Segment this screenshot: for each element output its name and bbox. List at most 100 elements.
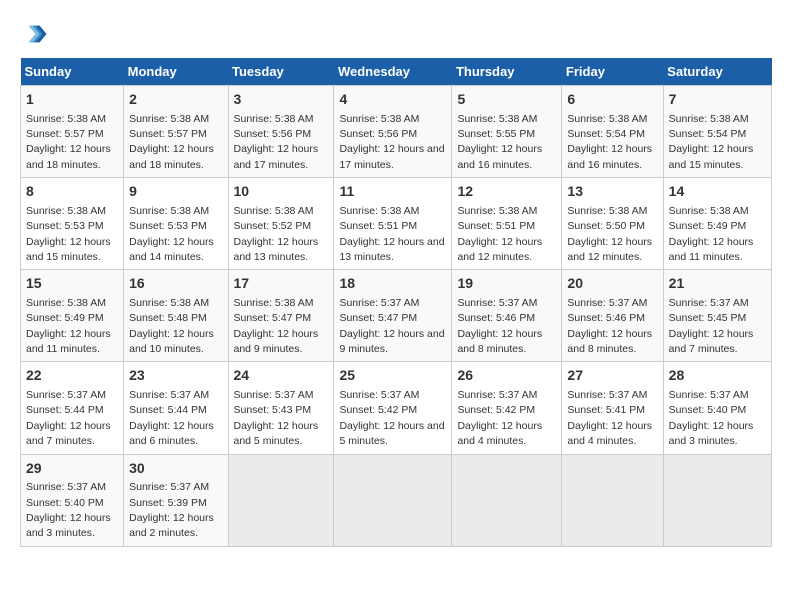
col-thursday: Thursday — [452, 58, 562, 86]
day-number: 18 — [339, 274, 446, 294]
day-cell-24: 24 Sunrise: 5:37 AM Sunset: 5:43 PM Dayl… — [228, 362, 334, 454]
day-number: 21 — [669, 274, 766, 294]
col-tuesday: Tuesday — [228, 58, 334, 86]
day-number: 19 — [457, 274, 556, 294]
calendar-week-2: 8 Sunrise: 5:38 AM Sunset: 5:53 PM Dayli… — [21, 178, 772, 270]
day-number: 8 — [26, 182, 118, 202]
day-number: 24 — [234, 366, 329, 386]
day-number: 27 — [567, 366, 657, 386]
sunrise-text: Sunrise: 5:37 AM — [234, 389, 314, 401]
sunset-text: Sunset: 5:54 PM — [669, 128, 747, 140]
sunset-text: Sunset: 5:49 PM — [26, 312, 104, 324]
daylight-text: Daylight: 12 hours and 13 minutes. — [339, 236, 444, 263]
daylight-text: Daylight: 12 hours and 8 minutes. — [567, 328, 652, 355]
sunset-text: Sunset: 5:56 PM — [234, 128, 312, 140]
day-cell-5: 5 Sunrise: 5:38 AM Sunset: 5:55 PM Dayli… — [452, 86, 562, 178]
calendar-week-5: 29 Sunrise: 5:37 AM Sunset: 5:40 PM Dayl… — [21, 454, 772, 546]
sunset-text: Sunset: 5:46 PM — [457, 312, 535, 324]
daylight-text: Daylight: 12 hours and 6 minutes. — [129, 420, 214, 447]
day-cell-16: 16 Sunrise: 5:38 AM Sunset: 5:48 PM Dayl… — [124, 270, 228, 362]
col-sunday: Sunday — [21, 58, 124, 86]
daylight-text: Daylight: 12 hours and 2 minutes. — [129, 512, 214, 539]
sunrise-text: Sunrise: 5:37 AM — [26, 481, 106, 493]
empty-day-cell — [663, 454, 771, 546]
col-monday: Monday — [124, 58, 228, 86]
sunset-text: Sunset: 5:51 PM — [457, 220, 535, 232]
col-saturday: Saturday — [663, 58, 771, 86]
day-number: 23 — [129, 366, 222, 386]
day-cell-3: 3 Sunrise: 5:38 AM Sunset: 5:56 PM Dayli… — [228, 86, 334, 178]
calendar-body: 1 Sunrise: 5:38 AM Sunset: 5:57 PM Dayli… — [21, 86, 772, 547]
daylight-text: Daylight: 12 hours and 15 minutes. — [26, 236, 111, 263]
day-number: 26 — [457, 366, 556, 386]
logo-icon — [20, 20, 48, 48]
calendar-week-3: 15 Sunrise: 5:38 AM Sunset: 5:49 PM Dayl… — [21, 270, 772, 362]
daylight-text: Daylight: 12 hours and 9 minutes. — [339, 328, 444, 355]
day-number: 11 — [339, 182, 446, 202]
daylight-text: Daylight: 12 hours and 17 minutes. — [234, 143, 319, 170]
day-number: 29 — [26, 459, 118, 479]
daylight-text: Daylight: 12 hours and 17 minutes. — [339, 143, 444, 170]
daylight-text: Daylight: 12 hours and 3 minutes. — [26, 512, 111, 539]
day-cell-30: 30 Sunrise: 5:37 AM Sunset: 5:39 PM Dayl… — [124, 454, 228, 546]
page-header — [20, 20, 772, 48]
sunset-text: Sunset: 5:39 PM — [129, 497, 207, 509]
sunrise-text: Sunrise: 5:38 AM — [129, 205, 209, 217]
daylight-text: Daylight: 12 hours and 4 minutes. — [457, 420, 542, 447]
header-row: Sunday Monday Tuesday Wednesday Thursday… — [21, 58, 772, 86]
day-number: 10 — [234, 182, 329, 202]
day-cell-22: 22 Sunrise: 5:37 AM Sunset: 5:44 PM Dayl… — [21, 362, 124, 454]
daylight-text: Daylight: 12 hours and 15 minutes. — [669, 143, 754, 170]
sunset-text: Sunset: 5:45 PM — [669, 312, 747, 324]
day-number: 9 — [129, 182, 222, 202]
sunset-text: Sunset: 5:43 PM — [234, 404, 312, 416]
day-number: 25 — [339, 366, 446, 386]
daylight-text: Daylight: 12 hours and 8 minutes. — [457, 328, 542, 355]
daylight-text: Daylight: 12 hours and 11 minutes. — [26, 328, 111, 355]
day-number: 14 — [669, 182, 766, 202]
daylight-text: Daylight: 12 hours and 13 minutes. — [234, 236, 319, 263]
day-cell-4: 4 Sunrise: 5:38 AM Sunset: 5:56 PM Dayli… — [334, 86, 452, 178]
sunrise-text: Sunrise: 5:37 AM — [129, 389, 209, 401]
sunset-text: Sunset: 5:57 PM — [26, 128, 104, 140]
calendar-week-1: 1 Sunrise: 5:38 AM Sunset: 5:57 PM Dayli… — [21, 86, 772, 178]
sunset-text: Sunset: 5:57 PM — [129, 128, 207, 140]
day-number: 17 — [234, 274, 329, 294]
day-cell-26: 26 Sunrise: 5:37 AM Sunset: 5:42 PM Dayl… — [452, 362, 562, 454]
sunrise-text: Sunrise: 5:37 AM — [26, 389, 106, 401]
sunrise-text: Sunrise: 5:38 AM — [234, 297, 314, 309]
col-friday: Friday — [562, 58, 663, 86]
day-cell-12: 12 Sunrise: 5:38 AM Sunset: 5:51 PM Dayl… — [452, 178, 562, 270]
sunrise-text: Sunrise: 5:38 AM — [457, 113, 537, 125]
day-cell-10: 10 Sunrise: 5:38 AM Sunset: 5:52 PM Dayl… — [228, 178, 334, 270]
col-wednesday: Wednesday — [334, 58, 452, 86]
sunrise-text: Sunrise: 5:38 AM — [26, 205, 106, 217]
day-cell-15: 15 Sunrise: 5:38 AM Sunset: 5:49 PM Dayl… — [21, 270, 124, 362]
day-cell-8: 8 Sunrise: 5:38 AM Sunset: 5:53 PM Dayli… — [21, 178, 124, 270]
day-cell-14: 14 Sunrise: 5:38 AM Sunset: 5:49 PM Dayl… — [663, 178, 771, 270]
sunset-text: Sunset: 5:44 PM — [26, 404, 104, 416]
day-cell-6: 6 Sunrise: 5:38 AM Sunset: 5:54 PM Dayli… — [562, 86, 663, 178]
sunset-text: Sunset: 5:55 PM — [457, 128, 535, 140]
sunset-text: Sunset: 5:56 PM — [339, 128, 417, 140]
sunset-text: Sunset: 5:52 PM — [234, 220, 312, 232]
sunrise-text: Sunrise: 5:37 AM — [457, 389, 537, 401]
daylight-text: Daylight: 12 hours and 12 minutes. — [457, 236, 542, 263]
day-cell-13: 13 Sunrise: 5:38 AM Sunset: 5:50 PM Dayl… — [562, 178, 663, 270]
day-cell-9: 9 Sunrise: 5:38 AM Sunset: 5:53 PM Dayli… — [124, 178, 228, 270]
day-number: 20 — [567, 274, 657, 294]
day-number: 5 — [457, 90, 556, 110]
day-cell-2: 2 Sunrise: 5:38 AM Sunset: 5:57 PM Dayli… — [124, 86, 228, 178]
daylight-text: Daylight: 12 hours and 9 minutes. — [234, 328, 319, 355]
sunrise-text: Sunrise: 5:37 AM — [129, 481, 209, 493]
day-number: 15 — [26, 274, 118, 294]
sunrise-text: Sunrise: 5:38 AM — [129, 297, 209, 309]
sunset-text: Sunset: 5:40 PM — [26, 497, 104, 509]
empty-day-cell — [562, 454, 663, 546]
sunrise-text: Sunrise: 5:38 AM — [26, 297, 106, 309]
daylight-text: Daylight: 12 hours and 12 minutes. — [567, 236, 652, 263]
day-cell-21: 21 Sunrise: 5:37 AM Sunset: 5:45 PM Dayl… — [663, 270, 771, 362]
sunrise-text: Sunrise: 5:37 AM — [669, 389, 749, 401]
day-cell-25: 25 Sunrise: 5:37 AM Sunset: 5:42 PM Dayl… — [334, 362, 452, 454]
day-cell-23: 23 Sunrise: 5:37 AM Sunset: 5:44 PM Dayl… — [124, 362, 228, 454]
